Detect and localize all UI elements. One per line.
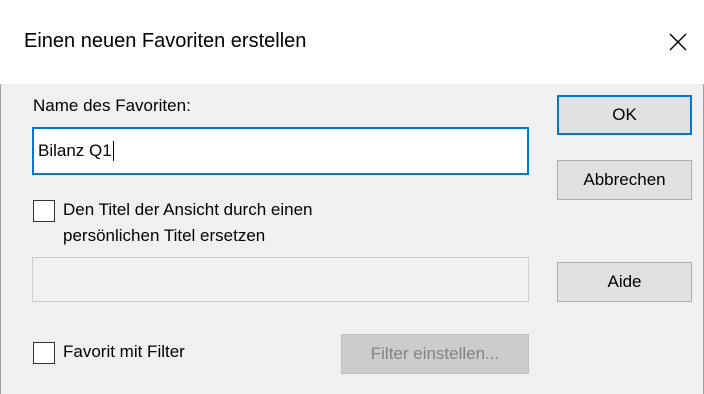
close-icon [669, 33, 687, 51]
name-label: Name des Favoriten: [33, 96, 191, 115]
window-border-left [0, 84, 1, 394]
set-filter-button[interactable]: Filter einstellen... [341, 334, 529, 374]
replace-title-label-line2: persönlichen Titel ersetzen [63, 226, 266, 245]
favorite-dialog: Einen neuen Favoriten erstellen Name des… [0, 0, 704, 394]
favorite-name-input[interactable]: Bilanz Q1 [32, 127, 529, 175]
favorite-with-filter-checkbox[interactable] [33, 342, 55, 364]
replace-title-checkbox[interactable] [33, 200, 55, 222]
help-button[interactable]: Aide [557, 262, 692, 302]
custom-title-input[interactable] [32, 257, 529, 302]
favorite-name-value: Bilanz Q1 [38, 141, 112, 160]
favorite-with-filter-label: Favorit mit Filter [63, 342, 185, 361]
replace-title-label-line1: Den Titel der Ansicht durch einen [63, 200, 313, 219]
dialog-title: Einen neuen Favoriten erstellen [24, 30, 307, 52]
close-button[interactable] [652, 22, 704, 62]
title-bar: Einen neuen Favoriten erstellen [0, 0, 704, 84]
ok-button[interactable]: OK [557, 95, 692, 135]
text-caret [112, 141, 114, 161]
cancel-button[interactable]: Abbrechen [557, 160, 692, 200]
